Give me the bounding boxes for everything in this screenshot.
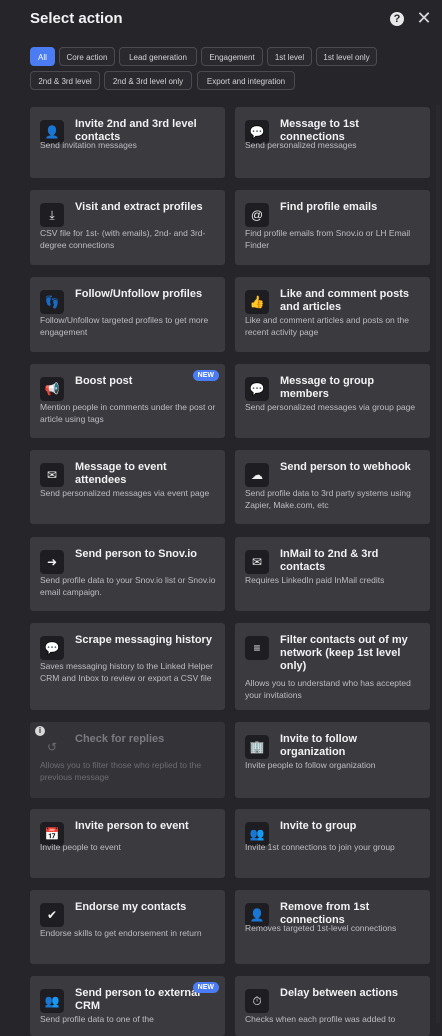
action-card[interactable]: ✉ InMail to 2nd & 3rd contacts Requires Li… bbox=[235, 537, 430, 611]
action-card-title: Filter contacts out of my network (keep … bbox=[280, 634, 408, 672]
action-card-description: Send personalized messages via group pag… bbox=[245, 402, 416, 412]
action-card[interactable]: ✔ Endorse my contacts Endorse skills to ge… bbox=[30, 890, 225, 964]
thumbs-up-icon: 👍 bbox=[245, 290, 269, 314]
action-card-description: Saves messaging history to the Linked He… bbox=[40, 661, 213, 683]
scrollbar[interactable] bbox=[436, 105, 440, 1023]
envelope-icon: ✉ bbox=[245, 550, 269, 574]
action-card-description: Invite 1st connections to join your grou… bbox=[245, 842, 395, 852]
group-message-icon: 💬 bbox=[245, 377, 269, 401]
action-card-title: InMail to 2nd & 3rd contacts bbox=[280, 548, 379, 573]
new-badge: NEW bbox=[192, 982, 219, 993]
action-card[interactable]: 💬 Scrape messaging history Saves messaging… bbox=[30, 623, 225, 710]
action-card[interactable]: 👣 Follow/Unfollow profiles Follow/Unfollow… bbox=[30, 277, 225, 352]
action-card-title: Send person to webhook bbox=[280, 461, 411, 473]
action-card-description: Send personalized messages bbox=[245, 140, 357, 150]
filter-engagement[interactable]: Engagement bbox=[201, 47, 263, 66]
action-card-description: Send invitation messages bbox=[40, 140, 137, 150]
action-card-description: Send profile data to 3rd party systems u… bbox=[245, 488, 411, 510]
dialog-title: Select action bbox=[30, 10, 123, 27]
action-card-description: Like and comment articles and posts on t… bbox=[245, 315, 409, 337]
reply-check-icon: ↺ bbox=[40, 735, 64, 759]
action-card-description: Follow/Unfollow targeted profiles to get… bbox=[40, 315, 209, 337]
filter-core-action[interactable]: Core action bbox=[59, 47, 115, 66]
filter-export-integration[interactable]: Export and integration bbox=[197, 71, 295, 90]
action-card[interactable]: ≡ Filter contacts out of my network (keep… bbox=[235, 623, 430, 710]
action-card-description: Requires LinkedIn paid InMail credits bbox=[245, 575, 385, 585]
action-card-title: Message to event attendees bbox=[75, 461, 167, 486]
action-card[interactable]: ☁ Send person to webhook Send profile data… bbox=[235, 450, 430, 524]
action-card[interactable]: ⏱ Delay between actions Checks when each p… bbox=[235, 976, 430, 1036]
action-card[interactable]: 👥 Send person to external CRM Send profile… bbox=[30, 976, 225, 1036]
action-card-title: Check for replies bbox=[75, 733, 165, 745]
action-card-title: Invite to follow organization bbox=[280, 733, 357, 758]
help-icon[interactable]: ? bbox=[390, 12, 404, 26]
crm-send-icon: 👥 bbox=[40, 989, 64, 1013]
timer-icon: ⏱ bbox=[245, 989, 269, 1013]
action-card-title: Follow/Unfollow profiles bbox=[75, 288, 203, 300]
footsteps-icon: 👣 bbox=[40, 290, 64, 314]
action-card-description: Invite people to event bbox=[40, 842, 121, 852]
filter-2nd-3rd-level[interactable]: 2nd & 3rd level bbox=[30, 71, 100, 90]
action-card-title: Invite person to event bbox=[75, 820, 189, 832]
filter-1st-level-only[interactable]: 1st level only bbox=[316, 47, 377, 66]
action-card-description: Allows you to filter those who replied t… bbox=[40, 760, 202, 782]
action-card-title: Delay between actions bbox=[280, 987, 398, 999]
action-card-description: CSV file for 1st- (with emails), 2nd- an… bbox=[40, 228, 206, 250]
action-card[interactable]: @ Find profile emails Find profile emails … bbox=[235, 190, 430, 265]
at-sign-icon: @ bbox=[245, 203, 269, 227]
action-card[interactable]: 🏢 Invite to follow organization Invite peo… bbox=[235, 722, 430, 798]
action-card[interactable]: 📅 Invite person to event Invite people to … bbox=[30, 809, 225, 878]
action-card[interactable]: ↺ Check for replies Allows you to filter t… bbox=[30, 722, 225, 798]
action-card-title: Invite to group bbox=[280, 820, 357, 832]
filter-lead-generation[interactable]: Lead generation bbox=[119, 47, 197, 66]
action-card-description: Removes targeted 1st-level connections bbox=[245, 923, 397, 933]
filter-1st-level[interactable]: 1st level bbox=[267, 47, 312, 66]
action-card-title: Find profile emails bbox=[280, 201, 378, 213]
filter-2nd-3rd-level-only[interactable]: 2nd & 3rd level only bbox=[104, 71, 192, 90]
action-card-title: Send person to Snov.io bbox=[75, 548, 198, 560]
action-card[interactable]: ➜ Send person to Snov.io Send profile data… bbox=[30, 537, 225, 611]
megaphone-icon: 📢 bbox=[40, 377, 64, 401]
action-card-description: Mention people in comments under the pos… bbox=[40, 402, 216, 424]
action-card-description: Invite people to follow organization bbox=[245, 760, 376, 770]
action-card-description: Find profile emails from Snov.io or LH E… bbox=[245, 228, 411, 250]
clipboard-check-icon: ✔ bbox=[40, 903, 64, 927]
dialog-header: Select action ? ✕ bbox=[0, 0, 442, 40]
organization-icon: 🏢 bbox=[245, 735, 269, 759]
action-card-description: Send personalized messages via event pag… bbox=[40, 488, 210, 498]
action-card[interactable]: 👤 Invite 2nd and 3rd level contacts Send i… bbox=[30, 107, 225, 178]
action-card[interactable]: ✉ Message to event attendees Send personal… bbox=[30, 450, 225, 524]
action-card[interactable]: 💬 Message to group members Send personaliz… bbox=[235, 364, 430, 438]
cloud-upload-icon: ☁ bbox=[245, 463, 269, 487]
action-card[interactable]: ⤓ Visit and extract profiles CSV file for … bbox=[30, 190, 225, 265]
action-card-title: Like and comment posts and articles bbox=[280, 288, 409, 313]
user-download-icon: ⤓ bbox=[40, 203, 64, 227]
close-icon[interactable]: ✕ bbox=[416, 9, 432, 27]
action-card-title: Scrape messaging history bbox=[75, 634, 212, 646]
action-card-description: Send profile data to your Snov.io list o… bbox=[40, 575, 216, 597]
action-card-description: Allows you to understand who has accepte… bbox=[245, 678, 411, 700]
info-icon[interactable]: i bbox=[35, 726, 45, 736]
action-card-title: Endorse my contacts bbox=[75, 901, 187, 913]
action-card[interactable]: 👤 Remove from 1st connections Removes targ… bbox=[235, 890, 430, 964]
filter-icon: ≡ bbox=[245, 636, 269, 660]
event-message-icon: ✉ bbox=[40, 463, 64, 487]
filter-all[interactable]: All bbox=[30, 47, 55, 66]
action-card[interactable]: 📢 Boost post Mention people in comments un… bbox=[30, 364, 225, 438]
action-card[interactable]: 💬 Message to 1st connections Send personal… bbox=[235, 107, 430, 178]
action-card-title: Message to group members bbox=[280, 375, 375, 400]
action-card[interactable]: 👥 Invite to group Invite 1st connections t… bbox=[235, 809, 430, 878]
action-card-description: Endorse skills to get endorsement in ret… bbox=[40, 928, 202, 938]
chat-scrape-icon: 💬 bbox=[40, 636, 64, 660]
action-card[interactable]: 👍 Like and comment posts and articles Like… bbox=[235, 277, 430, 352]
user-send-icon: ➜ bbox=[40, 550, 64, 574]
new-badge: NEW bbox=[192, 370, 219, 381]
action-card-title: Visit and extract profiles bbox=[75, 201, 203, 213]
